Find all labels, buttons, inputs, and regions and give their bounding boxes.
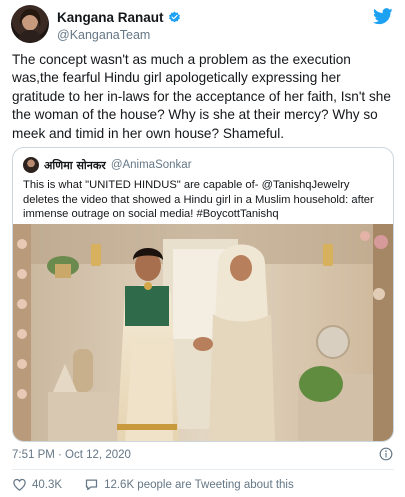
- tweet-text: The concept wasn't as much a problem as …: [12, 52, 391, 141]
- like-count: 40.3K: [32, 478, 63, 491]
- tweet-card: Kangana Ranaut @KanganaTeam The concept …: [0, 0, 405, 497]
- quoted-tweet-header: अणिमा सोनकर @AnimaSonkar: [23, 157, 192, 173]
- tweet-timestamp[interactable]: 7:51 PM · Oct 12, 2020: [12, 449, 131, 461]
- author-name-row[interactable]: Kangana Ranaut: [57, 10, 181, 25]
- author-handle[interactable]: @KanganaTeam: [57, 28, 150, 42]
- heart-icon: [13, 478, 26, 491]
- author-display-name[interactable]: Kangana Ranaut: [57, 10, 164, 25]
- conversation-count: 12.6K people are Tweeting about this: [104, 478, 294, 491]
- quoted-tweet-image[interactable]: [13, 224, 393, 442]
- tweet-actions: 40.3K 12.6K people are Tweeting about th…: [12, 477, 294, 492]
- quoted-author-name: अणिमा सोनकर: [44, 158, 106, 172]
- author-avatar[interactable]: [11, 5, 49, 43]
- quoted-tweet-text: This is what "UNITED HINDUS" are capable…: [23, 179, 374, 221]
- divider: [12, 469, 394, 470]
- conversation-button[interactable]: 12.6K people are Tweeting about this: [84, 477, 294, 492]
- quoted-tweet[interactable]: अणिमा सोनकर @AnimaSonkar This is what "U…: [12, 147, 394, 442]
- quoted-author-avatar: [23, 157, 39, 173]
- speech-bubble-icon: [85, 479, 98, 491]
- quoted-author-handle: @AnimaSonkar: [110, 159, 192, 171]
- info-icon[interactable]: [379, 447, 393, 461]
- like-button[interactable]: 40.3K: [12, 477, 62, 492]
- verified-badge-icon: [168, 11, 180, 23]
- twitter-bird-icon[interactable]: [373, 8, 393, 25]
